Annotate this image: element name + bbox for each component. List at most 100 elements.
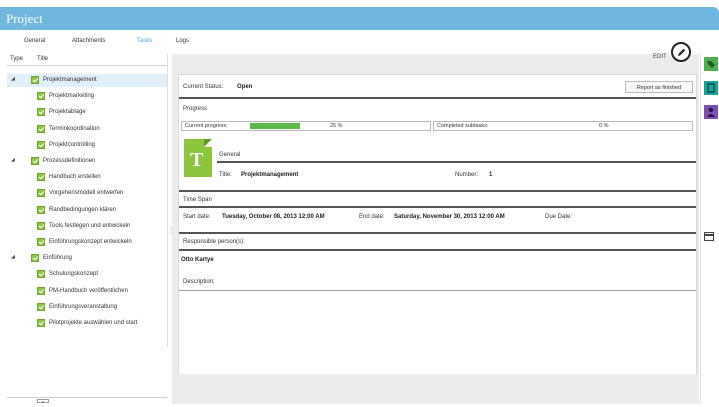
- task-checkbox-icon[interactable]: [37, 286, 45, 295]
- task-checkbox-icon[interactable]: [37, 270, 45, 279]
- task-checkbox-icon[interactable]: [37, 302, 45, 311]
- timespan-bottom-divider: [179, 232, 696, 234]
- task-checkbox-icon[interactable]: [31, 157, 39, 165]
- tree-row[interactable]: Schulungskonzept: [7, 268, 167, 281]
- task-checkbox-icon[interactable]: [37, 108, 45, 117]
- tree-row-label: Projektmanagement: [43, 77, 97, 83]
- window-title: Project: [6, 11, 43, 26]
- column-header-title[interactable]: Title: [37, 56, 48, 62]
- tree-row-label: Terminkoordination: [49, 125, 100, 132]
- edit-label: EDIT: [653, 54, 667, 60]
- tree-row[interactable]: Einführungskonzept entwickeln: [7, 236, 167, 249]
- copy-icon: [704, 81, 718, 95]
- start-date-label: Start date:: [183, 214, 211, 220]
- tree-row-label: Tools festlegen und entwickeln: [49, 222, 131, 229]
- report-finished-button[interactable]: Report as finished: [625, 81, 693, 93]
- timespan-divider: [179, 206, 696, 208]
- tab-attachments[interactable]: Attachments: [72, 38, 105, 44]
- tree-row[interactable]: Handbuch erstellen: [7, 171, 167, 184]
- task-checkbox-icon[interactable]: [37, 205, 45, 214]
- tree-row[interactable]: Projektmarketing: [7, 90, 167, 103]
- tab-tasks[interactable]: Tasks: [137, 38, 152, 44]
- task-checkbox-icon[interactable]: [31, 76, 39, 84]
- tree-row-label: Projektablage: [49, 109, 86, 116]
- tree-row-label: Vorgehensmodell entwerfen: [49, 190, 124, 197]
- copy-button[interactable]: [704, 81, 718, 95]
- task-checkbox-icon[interactable]: [37, 221, 45, 230]
- calendar-icon[interactable]: [704, 232, 714, 241]
- expand-arrow-icon[interactable]: ◢: [11, 76, 15, 82]
- current-progress-field: Current progress: 25 %: [181, 121, 431, 131]
- tree-row[interactable]: Tools festlegen und entwickeln: [7, 220, 167, 233]
- task-document-icon: T: [184, 139, 212, 177]
- progress-section-title: Progress: [183, 106, 208, 112]
- general-divider: [217, 161, 696, 163]
- tree-row-label: Handbuch erstellen: [49, 174, 101, 181]
- title-value: Projektmanagement: [241, 172, 299, 178]
- tree-row-label: Schulungskonzept: [49, 271, 99, 278]
- tree-row[interactable]: Projektablage: [7, 106, 167, 119]
- right-action-strip: [700, 54, 719, 404]
- current-progress-value: 25 %: [330, 123, 343, 129]
- tree-row[interactable]: Projektcontrolling: [7, 139, 167, 152]
- current-progress-label: Current progress:: [185, 123, 228, 129]
- tree-row-label: Einführungskonzept entwickeln: [49, 239, 132, 245]
- edit-button[interactable]: [671, 42, 691, 62]
- tree-row[interactable]: Vorgehensmodell entwerfen: [7, 187, 167, 200]
- tree-row[interactable]: PM-Handbuch veröffentlichen: [7, 285, 167, 298]
- tree-row[interactable]: Terminkoordination: [7, 123, 167, 136]
- task-checkbox-icon[interactable]: [37, 238, 45, 246]
- scrollbar-thumb[interactable]: ▪: [37, 399, 49, 404]
- tree-row[interactable]: Randbedingungen klären: [7, 204, 167, 217]
- tree-row-label: Einführungsveranstaltung: [49, 303, 118, 310]
- end-date-label: End date:: [359, 214, 385, 220]
- task-checkbox-icon[interactable]: [37, 92, 45, 101]
- responsible-divider: [179, 249, 696, 251]
- tree-horizontal-scrollbar[interactable]: ▪: [7, 397, 167, 404]
- start-date-value: Tuesday, October 08, 2013 12:00 AM: [222, 214, 325, 220]
- task-checkbox-icon[interactable]: [37, 173, 45, 182]
- tag-icon: [704, 57, 718, 71]
- tree-row-label: Pilotprojekte auswählen und start: [49, 320, 138, 326]
- general-bottom-divider: [179, 190, 696, 192]
- tree-row-label: Einführung: [43, 255, 73, 262]
- tree-row[interactable]: ◢ Projektmanagement: [7, 74, 167, 87]
- task-detail-panel: Current Status: Open Report as finished …: [178, 74, 697, 374]
- title-label: Title:: [219, 172, 232, 178]
- tree-row-label: Projektmarketing: [49, 93, 95, 100]
- task-checkbox-icon[interactable]: [37, 124, 45, 133]
- tree-row-label: Prozessdefinitionen: [43, 158, 96, 164]
- tree-row-label: PM-Handbuch veröffentlichen: [49, 287, 128, 294]
- responsible-section-title: Responsible person(s):: [183, 239, 245, 245]
- tree-row[interactable]: Pilotprojekte auswählen und start: [7, 317, 167, 330]
- completed-subtasks-value: 0 %: [599, 123, 609, 129]
- status-label: Current Status:: [183, 84, 224, 90]
- expand-arrow-icon[interactable]: ◢: [11, 254, 15, 260]
- task-checkbox-icon[interactable]: [37, 140, 45, 149]
- column-header-type[interactable]: Type: [10, 56, 23, 62]
- task-checkbox-icon[interactable]: [31, 254, 39, 263]
- tree-row[interactable]: ◢ Einführung: [7, 252, 167, 265]
- number-label: Number:: [455, 172, 479, 178]
- tree-header: Type Title: [7, 54, 167, 66]
- task-checkbox-icon[interactable]: [37, 319, 45, 327]
- pencil-icon: [678, 48, 686, 56]
- completed-subtasks-field: Completed subtasks: 0 %: [433, 121, 693, 131]
- description-section-title: Description:: [183, 279, 215, 285]
- task-checkbox-icon[interactable]: [37, 189, 45, 198]
- tag-button[interactable]: [704, 57, 718, 71]
- tree-row[interactable]: ◢ Prozessdefinitionen: [7, 155, 167, 168]
- users-button[interactable]: [704, 105, 718, 119]
- due-date-label: Due Date:: [545, 214, 573, 220]
- description-text-area[interactable]: [179, 290, 696, 374]
- tree-row-label: Projektcontrolling: [49, 141, 96, 148]
- task-tree[interactable]: Type Title ◢ Projektmanagement Projektmark…: [7, 54, 168, 347]
- status-divider: [179, 97, 696, 99]
- current-progress-fill: [250, 123, 300, 129]
- status-value: Open: [237, 84, 253, 90]
- tab-logs[interactable]: Logs: [176, 38, 189, 44]
- expand-arrow-icon[interactable]: ◢: [11, 157, 15, 163]
- tab-general[interactable]: General: [24, 38, 45, 44]
- tree-row[interactable]: Einführungsveranstaltung: [7, 301, 167, 314]
- completed-subtasks-label: Completed subtasks:: [437, 123, 489, 129]
